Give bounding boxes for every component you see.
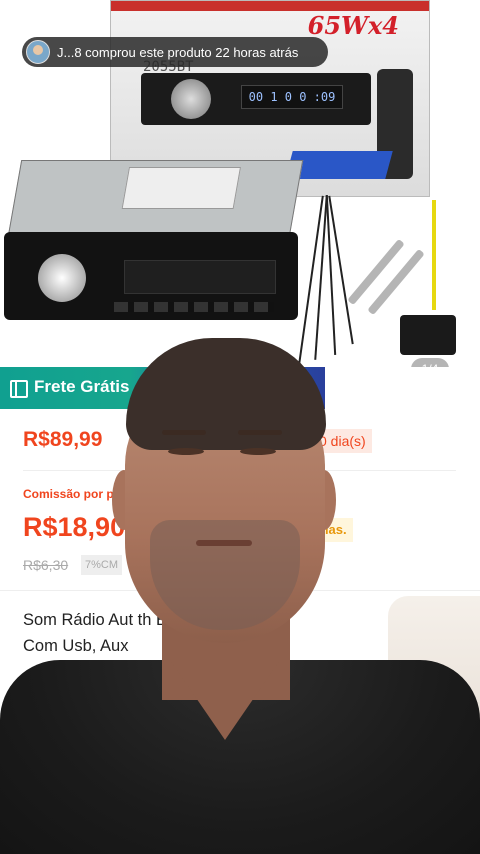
radio-display	[124, 260, 276, 294]
original-commission: R$6,30	[23, 557, 69, 573]
buyer-avatar	[26, 40, 50, 64]
free-shipping-banner: Frete Grátis s	[0, 367, 325, 409]
product-info-card[interactable]: Frete Grátis s R$89,99 0 dia(s) Comissão…	[0, 367, 480, 854]
product-title[interactable]: Som Rádio Aut th Estéreo 65wx4 Com Usb, …	[23, 607, 453, 659]
divider	[0, 590, 480, 591]
yellow-wire	[432, 200, 436, 310]
product-title-line-1: Som Rádio Aut th Estéreo 65wx4	[23, 611, 266, 629]
radio-sticker	[121, 167, 241, 209]
commission-days-badge: dias.	[311, 518, 353, 542]
removal-keys	[347, 232, 425, 322]
commission-value: R$18,90	[23, 512, 126, 542]
coupon-icon	[10, 380, 28, 398]
delivery-time-badge: 0 dia(s)	[313, 429, 372, 453]
commission-label: Comissão por pe	[23, 487, 121, 501]
sales-count: 30 Vend	[23, 669, 75, 685]
product-title-line-2: Com Usb, Aux	[23, 637, 129, 655]
divider	[23, 470, 456, 471]
free-shipping-suffix: s	[298, 377, 308, 396]
iso-connector	[400, 315, 456, 355]
purchase-notification-text: J...8 comprou este produto 22 horas atrá…	[57, 44, 299, 60]
radio-chassis	[6, 160, 304, 242]
radio-faceplate	[4, 232, 298, 320]
wiring-harness	[298, 195, 360, 365]
live-stream-screen: 65Wx4 2055BT 00 1 0 0 :09 J...8 comprou …	[0, 0, 480, 854]
box-power-label: 65Wx4	[307, 11, 399, 40]
box-top-stripe	[111, 1, 429, 11]
free-shipping-label: Frete Grátis	[34, 377, 130, 396]
radio-preset-buttons	[114, 302, 274, 312]
box-radio-knob	[171, 79, 211, 119]
radio-volume-knob	[38, 254, 86, 302]
commission-rate-badge: 7%CM	[81, 555, 123, 575]
box-radio-display: 00 1 0 0 :09	[241, 85, 343, 109]
box-radio-illustration: 00 1 0 0 :09	[141, 73, 371, 125]
product-price: R$89,99	[23, 428, 103, 451]
purchase-notification: J...8 comprou este produto 22 horas atrá…	[22, 37, 328, 67]
car-radio-unit	[4, 160, 304, 320]
